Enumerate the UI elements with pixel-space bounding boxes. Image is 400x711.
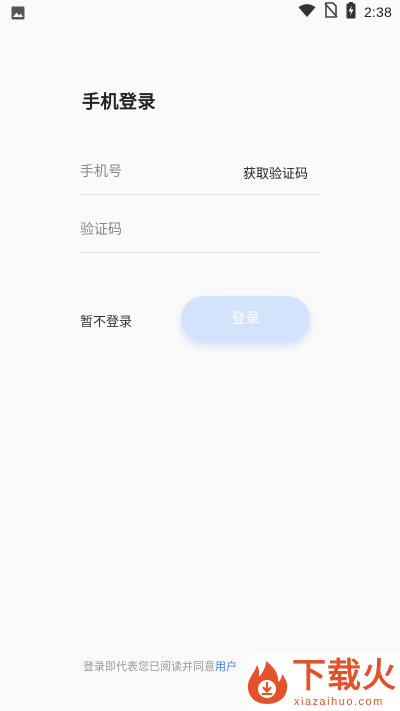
login-button[interactable]: 登录 [181, 296, 310, 342]
watermark-brand: 下载火 [292, 656, 397, 696]
skip-login-button[interactable]: 暂不登录 [80, 311, 132, 330]
agreement-text: 登录即代表您已阅读并同意用户 [83, 658, 237, 674]
watermark: 下载火 xiazaihuo.com [236, 654, 400, 711]
flame-logo-icon [244, 660, 290, 706]
code-field-row [80, 206, 320, 253]
page-title: 手机登录 [82, 92, 156, 113]
code-input[interactable] [80, 218, 300, 242]
watermark-domain: xiazaihuo.com [294, 696, 384, 708]
image-icon [11, 5, 25, 20]
status-icons: 2:38 [298, 0, 392, 24]
phone-input[interactable] [80, 160, 230, 184]
no-sim-icon [324, 2, 338, 22]
status-time: 2:38 [363, 4, 392, 20]
wifi-icon [298, 3, 316, 22]
phone-field-row: 获取验证码 [80, 148, 320, 195]
user-agreement-link[interactable]: 用户 [215, 660, 237, 673]
agreement-prefix: 登录即代表您已阅读并同意 [83, 660, 215, 673]
battery-charging-icon [346, 1, 356, 23]
get-code-button[interactable]: 获取验证码 [243, 163, 308, 182]
status-bar: 2:38 [0, 0, 400, 24]
